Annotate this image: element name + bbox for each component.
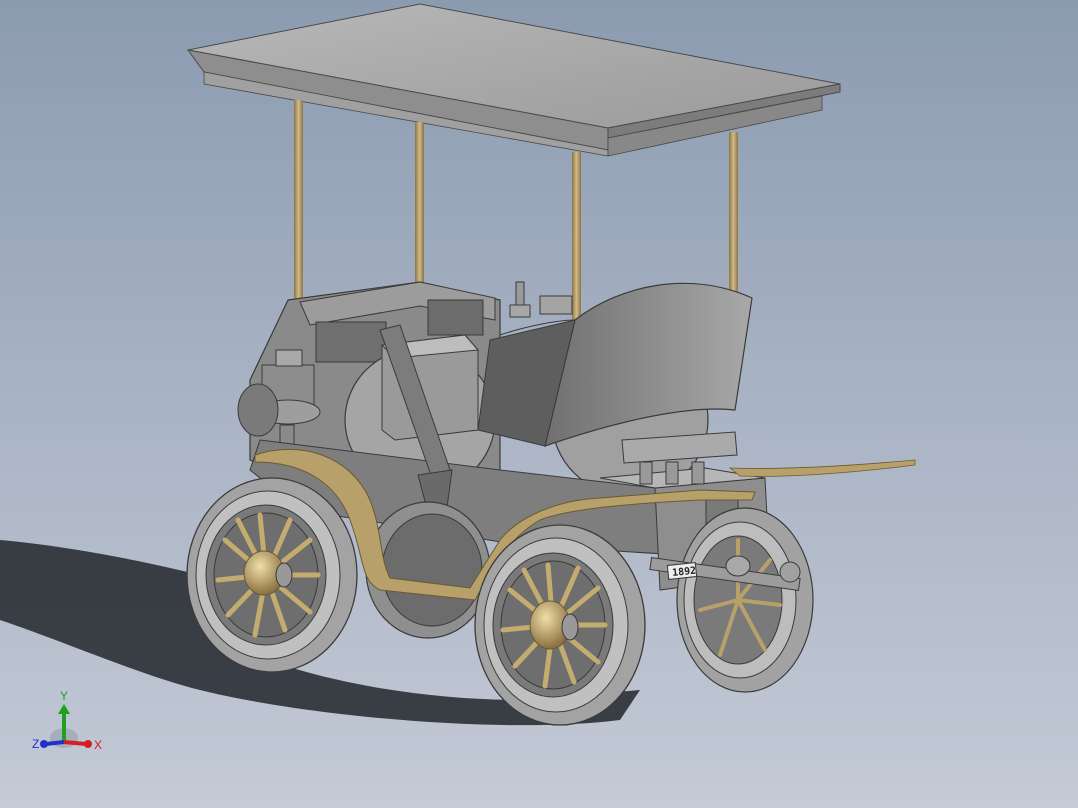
orientation-triad[interactable]: Y X Z [30,686,110,756]
triad-x-axis [63,740,87,746]
pole-rear-right [729,132,738,300]
license-plate: 1892 [666,562,698,580]
graphics-viewport[interactable]: 1892 Y X Z [0,0,1078,808]
car-model-scene[interactable]: 1892 [0,0,1078,808]
triad-x-tip [84,740,92,748]
pole-front-right [572,152,581,330]
wheel-rear-right[interactable] [676,507,814,693]
wheel-front-right[interactable] [474,524,646,726]
triad-x-label: X [94,738,102,752]
triad-z-axis [45,740,65,746]
triad-z-tip [40,740,48,748]
triad-z-label: Z [32,737,39,751]
pole-rear-left [415,122,424,287]
triad-y-arrow [58,704,70,714]
rear-leaf-spring [728,459,916,477]
roof-canopy[interactable] [186,3,841,157]
wheel-front-left[interactable] [186,477,358,673]
triad-y-label: Y [60,689,68,703]
pole-front-left [294,100,303,305]
